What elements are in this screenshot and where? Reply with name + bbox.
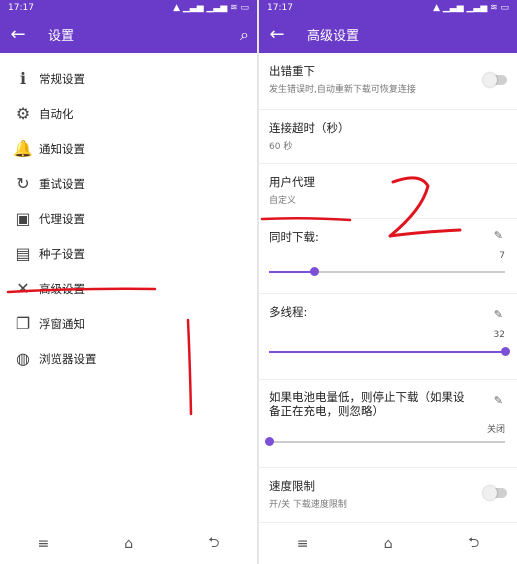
menu-item-label: 浏览器设置 bbox=[39, 351, 97, 366]
back-icon[interactable]: ⮌ bbox=[468, 532, 479, 556]
retry-on-error-setting[interactable]: 出错重下 发生错误时,自动重新下载可恢复连接 bbox=[259, 53, 517, 110]
menu-item-label: 代理设置 bbox=[39, 211, 85, 226]
advanced-settings-screen: 17:17 ▲ ▁▃▅ ▁▃▅ ≋ ▭ ← 高级设置 出错重下 发生错误时,自动… bbox=[259, 0, 517, 564]
wrench-icon: ✕ bbox=[16, 279, 30, 298]
menu-item-label: 通知设置 bbox=[39, 141, 85, 156]
edit-pencil-icon[interactable]: ✎ bbox=[494, 229, 503, 242]
system-nav-bar: ≡ ⌂ ⮌ bbox=[259, 524, 517, 564]
menu-item-retry[interactable]: ↻ 重试设置 bbox=[0, 166, 257, 201]
proxy-icon: ▣ bbox=[15, 209, 31, 228]
page-title: 设置 bbox=[48, 29, 75, 44]
setting-value: 60 秒 bbox=[269, 142, 293, 152]
floating-window-icon: ❐ bbox=[15, 314, 31, 333]
menu-item-general[interactable]: ℹ 常规设置 bbox=[0, 61, 257, 96]
search-icon[interactable]: ⌕ bbox=[240, 25, 249, 45]
menu-item-floating[interactable]: ❐ 浮窗通知 bbox=[0, 306, 257, 341]
home-icon[interactable]: ⌂ bbox=[124, 536, 133, 552]
multithread-setting: 多线程: ✎ 32 bbox=[259, 294, 517, 380]
menu-item-label: 常规设置 bbox=[39, 71, 85, 86]
menu-item-torrent[interactable]: ▤ 种子设置 bbox=[0, 236, 257, 271]
recent-apps-icon[interactable]: ≡ bbox=[38, 536, 50, 552]
slider-thumb[interactable] bbox=[265, 437, 274, 446]
speed-limit-toggle[interactable] bbox=[483, 486, 507, 500]
slider-thumb[interactable] bbox=[501, 347, 510, 356]
automation-icon: ⚙ bbox=[15, 104, 31, 123]
slider-value: 32 bbox=[493, 330, 505, 340]
setting-title: 出错重下 bbox=[269, 64, 315, 78]
slider-fill bbox=[269, 351, 505, 353]
menu-item-browser[interactable]: ◍ 浏览器设置 bbox=[0, 341, 257, 376]
info-icon: ℹ bbox=[19, 69, 27, 88]
system-nav-bar: ≡ ⌂ ⮌ bbox=[0, 524, 257, 564]
battery-slider[interactable] bbox=[265, 437, 505, 446]
app-bar: ← 高级设置 bbox=[259, 16, 517, 53]
menu-item-label: 种子设置 bbox=[39, 246, 85, 261]
back-arrow-icon[interactable]: ← bbox=[259, 24, 295, 45]
menu-item-automation[interactable]: ⚙ 自动化 bbox=[0, 96, 257, 131]
recent-apps-icon[interactable]: ≡ bbox=[297, 536, 309, 552]
status-bar: 17:17 ▲ ▁▃▅ ▁▃▅ ≋ ▭ bbox=[259, 0, 517, 16]
menu-item-label: 重试设置 bbox=[39, 176, 85, 191]
slider-thumb[interactable] bbox=[309, 267, 319, 276]
menu-item-proxy[interactable]: ▣ 代理设置 bbox=[0, 201, 257, 236]
menu-item-label: 高级设置 bbox=[39, 281, 85, 296]
retry-icon: ↻ bbox=[16, 174, 30, 193]
slider-fill bbox=[269, 271, 314, 273]
torrent-file-icon: ▤ bbox=[15, 244, 31, 263]
menu-item-label: 浮窗通知 bbox=[39, 316, 85, 331]
status-icons: ▲ ▁▃▅ ▁▃▅ ≋ ▭ bbox=[173, 3, 249, 13]
setting-subtitle: 开/关 下载速度限制 bbox=[269, 500, 347, 510]
concurrent-downloads-setting: 同时下载: ✎ 7 bbox=[259, 219, 517, 294]
low-battery-setting: 如果电池电量低，则停止下载（如果设备正在充电，则忽略） ✎ 关闭 bbox=[259, 380, 517, 468]
edit-pencil-icon[interactable]: ✎ bbox=[494, 394, 503, 407]
home-icon[interactable]: ⌂ bbox=[384, 536, 393, 552]
setting-title: 连接超时（秒） bbox=[269, 121, 350, 135]
setting-title: 用户代理 bbox=[269, 175, 315, 189]
slider-value: 7 bbox=[499, 251, 505, 261]
setting-title: 速度限制 bbox=[269, 479, 315, 493]
menu-item-notifications[interactable]: 🔔 通知设置 bbox=[0, 131, 257, 166]
bell-icon: 🔔 bbox=[13, 139, 33, 158]
back-icon[interactable]: ⮌ bbox=[208, 532, 219, 556]
status-time: 17:17 bbox=[267, 3, 293, 13]
setting-title: 同时下载: bbox=[269, 230, 319, 244]
retry-toggle[interactable] bbox=[483, 73, 507, 87]
settings-menu: ℹ 常规设置 ⚙ 自动化 🔔 通知设置 ↻ 重试设置 ▣ 代理设置 ▤ 种子设置… bbox=[0, 53, 257, 376]
connection-timeout-setting[interactable]: 连接超时（秒） 60 秒 bbox=[259, 110, 517, 164]
menu-item-advanced[interactable]: ✕ 高级设置 bbox=[0, 271, 257, 306]
edit-pencil-icon[interactable]: ✎ bbox=[494, 308, 503, 321]
concurrent-slider[interactable] bbox=[269, 267, 505, 276]
threads-slider[interactable] bbox=[269, 347, 510, 356]
setting-title: 多线程: bbox=[269, 305, 308, 319]
setting-title: 如果电池电量低，则停止下载（如果设备正在充电，则忽略） bbox=[269, 390, 465, 418]
status-time: 17:17 bbox=[8, 3, 34, 13]
user-agent-setting[interactable]: 用户代理 自定义 bbox=[259, 164, 517, 219]
app-bar: ← 设置 ⌕ bbox=[0, 16, 257, 53]
status-icons: ▲ ▁▃▅ ▁▃▅ ≋ ▭ bbox=[433, 3, 509, 13]
setting-subtitle: 发生错误时,自动重新下载可恢复连接 bbox=[269, 85, 416, 95]
back-arrow-icon[interactable]: ← bbox=[0, 24, 36, 45]
globe-icon: ◍ bbox=[16, 349, 30, 368]
settings-screen: 17:17 ▲ ▁▃▅ ▁▃▅ ≋ ▭ ← 设置 ⌕ ℹ 常规设置 ⚙ 自动化 … bbox=[0, 0, 257, 564]
speed-limit-setting[interactable]: 速度限制 开/关 下载速度限制 bbox=[259, 468, 517, 523]
page-title: 高级设置 bbox=[307, 29, 360, 44]
slider-value: 关闭 bbox=[486, 425, 505, 435]
setting-value: 自定义 bbox=[269, 196, 297, 206]
status-bar: 17:17 ▲ ▁▃▅ ▁▃▅ ≋ ▭ bbox=[0, 0, 257, 16]
menu-item-label: 自动化 bbox=[39, 106, 74, 121]
